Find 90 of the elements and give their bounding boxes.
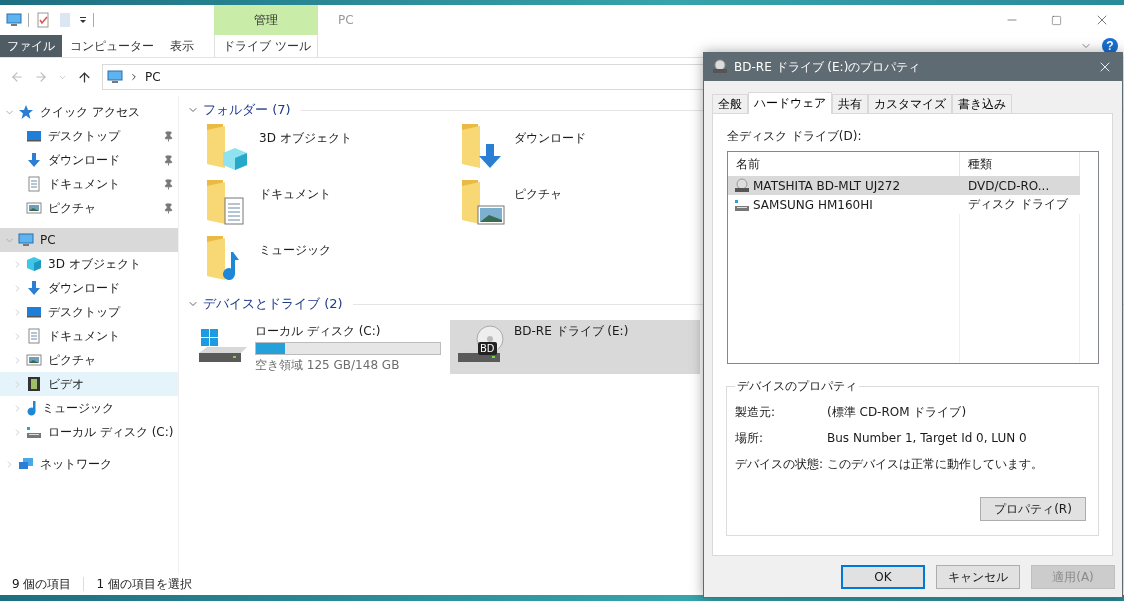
customize-caret-icon <box>79 15 87 25</box>
drive-tile[interactable]: ローカル ディスク (C:) 空き領域 125 GB/148 GB <box>191 320 446 374</box>
sidebar-item[interactable]: ミュージック <box>0 396 178 420</box>
dialog-tab[interactable]: 書き込み <box>952 94 1012 113</box>
monitor-icon <box>26 128 42 144</box>
drive-badge: BD <box>478 342 497 355</box>
property-label: デバイスの状態: <box>735 455 824 473</box>
blank-page-icon <box>57 12 73 28</box>
monitor-icon <box>107 69 123 85</box>
sidebar-item[interactable]: クイック アクセス <box>0 100 178 124</box>
list-label: 全ディスク ドライブ(D): <box>727 128 862 145</box>
properties-button[interactable]: プロパティ(R) <box>980 497 1086 521</box>
picture-icon <box>26 200 42 216</box>
sidebar-item[interactable]: 3D オブジェクト <box>0 252 178 276</box>
pin-icon[interactable] <box>163 154 174 166</box>
pin-icon[interactable] <box>163 130 174 142</box>
selection-count: 1 個の項目を選択 <box>96 575 192 593</box>
document-icon <box>26 176 42 192</box>
back-arrow-icon <box>10 70 24 84</box>
folder-name[interactable]: ミュージック <box>259 234 331 259</box>
up-button[interactable] <box>77 69 92 85</box>
dialog-tab[interactable]: カスタマイズ <box>868 94 952 113</box>
music-note-icon <box>26 400 36 416</box>
folder-name[interactable]: 3D オブジェクト <box>259 122 352 147</box>
sidebar-item[interactable]: ピクチャ <box>0 348 178 372</box>
property-value: Bus Number 1, Target Id 0, LUN 0 <box>827 431 1027 445</box>
star-icon <box>18 104 34 120</box>
folder-name[interactable]: ダウンロード <box>514 122 586 147</box>
dialog-button[interactable]: OK <box>841 565 925 589</box>
sidebar-item[interactable]: ドキュメント <box>0 172 178 196</box>
drive-name: ローカル ディスク (C:) <box>255 323 382 340</box>
folder-name[interactable]: ドキュメント <box>259 178 331 203</box>
drive-tile[interactable]: BD BD-RE ドライブ (E:) <box>450 320 700 374</box>
drive-icon <box>26 424 42 440</box>
free-space-text: 空き領域 125 GB/148 GB <box>255 357 401 374</box>
forward-arrow-icon <box>34 70 48 84</box>
device-type: ディスク ドライブ <box>968 196 1068 213</box>
monitor-icon <box>26 304 42 320</box>
property-value: このデバイスは正常に動作しています。 <box>827 455 1043 473</box>
pin-icon[interactable] <box>163 178 174 190</box>
device-type: DVD/CD-RO... <box>968 178 1050 193</box>
group-title: フォルダー (7) <box>203 101 291 119</box>
monitor-icon <box>18 232 34 248</box>
maximize-icon <box>1051 14 1062 26</box>
context-tab-header: 管理 <box>214 5 318 35</box>
forward-button[interactable] <box>34 70 48 84</box>
cube-icon <box>26 256 42 272</box>
property-label: 製造元: <box>735 403 776 421</box>
picture-icon <box>26 352 42 368</box>
property-label: 場所: <box>735 429 764 447</box>
download-arrow-icon <box>26 280 42 296</box>
optical-drive-icon <box>734 177 750 194</box>
window-title: PC <box>337 12 354 29</box>
property-value: (標準 CD-ROM ドライブ) <box>827 403 967 421</box>
sidebar-item[interactable]: ピクチャ <box>0 196 178 220</box>
film-icon <box>26 376 42 392</box>
sidebar-item[interactable]: ビデオ <box>0 372 178 396</box>
dialog-tab[interactable]: ハードウェア <box>748 92 832 114</box>
file-tab[interactable]: ファイル <box>0 35 62 57</box>
document-icon <box>26 328 42 344</box>
dialog-tab[interactable]: 全般 <box>712 94 748 113</box>
address-text: PC <box>145 70 161 84</box>
chevron-right-icon <box>129 72 139 82</box>
monitor-icon <box>6 12 22 28</box>
sidebar-item[interactable]: PC <box>0 228 178 252</box>
group-title: デバイスとドライブ (2) <box>203 295 343 313</box>
list-row[interactable]: MATSHITA BD-MLT UJ272 DVD/CD-RO... <box>728 176 1080 195</box>
sidebar-item[interactable]: ローカル ディスク (C:) <box>0 420 178 444</box>
pin-icon[interactable] <box>163 202 174 214</box>
checklist-icon <box>35 12 51 28</box>
dialog-button[interactable]: キャンセル <box>936 565 1020 589</box>
context-ribbon-tab[interactable]: ドライブ ツール <box>214 35 318 57</box>
group-title: デバイスのプロパティ <box>736 378 858 395</box>
sidebar-item[interactable]: ドキュメント <box>0 324 178 348</box>
item-count: 9 個の項目 <box>12 575 72 593</box>
list-row[interactable]: SAMSUNG HM160HI ディスク ドライブ <box>728 195 1080 214</box>
folder-name[interactable]: ピクチャ <box>514 178 562 203</box>
sidebar-item[interactable]: ネットワーク <box>0 452 178 476</box>
sidebar-item[interactable]: デスクトップ <box>0 300 178 324</box>
download-arrow-icon <box>26 152 42 168</box>
optical-drive-icon <box>712 59 728 75</box>
device-name: MATSHITA BD-MLT UJ272 <box>753 178 901 193</box>
dialog-tab[interactable]: 共有 <box>832 94 868 113</box>
back-button[interactable] <box>10 70 24 84</box>
sidebar-item[interactable]: デスクトップ <box>0 124 178 148</box>
sidebar-item[interactable]: ダウンロード <box>0 148 178 172</box>
device-name: SAMSUNG HM160HI <box>753 197 873 212</box>
network-icon <box>18 456 34 472</box>
sidebar-item[interactable]: ダウンロード <box>0 276 178 300</box>
drive-name: BD-RE ドライブ (E:) <box>514 323 630 340</box>
